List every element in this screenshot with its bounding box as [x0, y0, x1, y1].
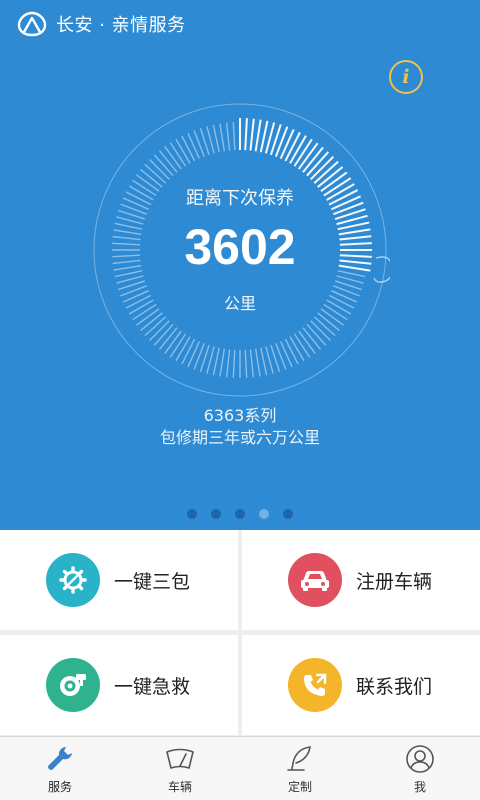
warranty-text: 包修期三年或六万公里 — [159, 428, 320, 447]
carousel-dot[interactable] — [283, 509, 293, 519]
user-icon — [406, 745, 434, 773]
three-guarantees-label: 一键三包 — [114, 570, 191, 593]
car-icon — [301, 571, 329, 591]
carousel-dot[interactable] — [187, 509, 197, 519]
gauge-value: 3602 — [184, 219, 296, 275]
gauge-unit: 公里 — [223, 294, 256, 313]
register-vehicle-button[interactable]: 注册车辆 — [242, 530, 480, 630]
tab-me[interactable]: 我 — [360, 737, 480, 800]
info-button[interactable]: i — [389, 60, 423, 94]
phone-icon — [304, 673, 327, 696]
carousel-dot[interactable] — [259, 509, 269, 519]
tab-custom[interactable]: 定制 — [240, 737, 360, 800]
hero-panel: 长安 · 亲情服务 i 距离下次保养 3602 公里 6363系列 包修期三年或… — [0, 0, 480, 530]
tab-me-label: 我 — [413, 780, 426, 794]
carousel-dot[interactable] — [211, 509, 221, 519]
windshield-icon — [166, 748, 194, 769]
gear-wrench-icon — [59, 566, 87, 594]
wrench-icon — [48, 746, 72, 770]
bottom-tab-bar: 服务 车辆 定制 我 — [0, 736, 480, 800]
info-icon: i — [402, 66, 410, 88]
carousel-dots[interactable] — [0, 509, 480, 519]
app-header: 长安 · 亲情服务 — [0, 0, 480, 48]
vehicle-series: 6363系列 — [203, 406, 277, 425]
tab-custom-label: 定制 — [287, 780, 312, 794]
register-vehicle-label: 注册车辆 — [356, 570, 433, 593]
action-grid: 一键三包 注册车辆 一键急救 联系我们 — [0, 530, 480, 735]
quill-icon — [287, 746, 311, 771]
tab-service[interactable]: 服务 — [0, 737, 120, 800]
changan-logo-icon — [17, 11, 47, 37]
carousel-dot[interactable] — [235, 509, 245, 519]
gauge-label: 距离下次保养 — [186, 188, 294, 209]
tab-service-label: 服务 — [47, 780, 72, 794]
contact-us-button[interactable]: 联系我们 — [242, 635, 480, 735]
app-title: 长安 · 亲情服务 — [56, 15, 186, 36]
turbo-icon — [60, 674, 86, 696]
emergency-rescue-label: 一键急救 — [114, 675, 191, 698]
emergency-rescue-button[interactable]: 一键急救 — [0, 635, 238, 735]
tab-vehicle[interactable]: 车辆 — [120, 737, 240, 800]
tab-vehicle-label: 车辆 — [167, 780, 192, 794]
contact-us-label: 联系我们 — [356, 675, 433, 698]
three-guarantees-button[interactable]: 一键三包 — [0, 530, 238, 630]
